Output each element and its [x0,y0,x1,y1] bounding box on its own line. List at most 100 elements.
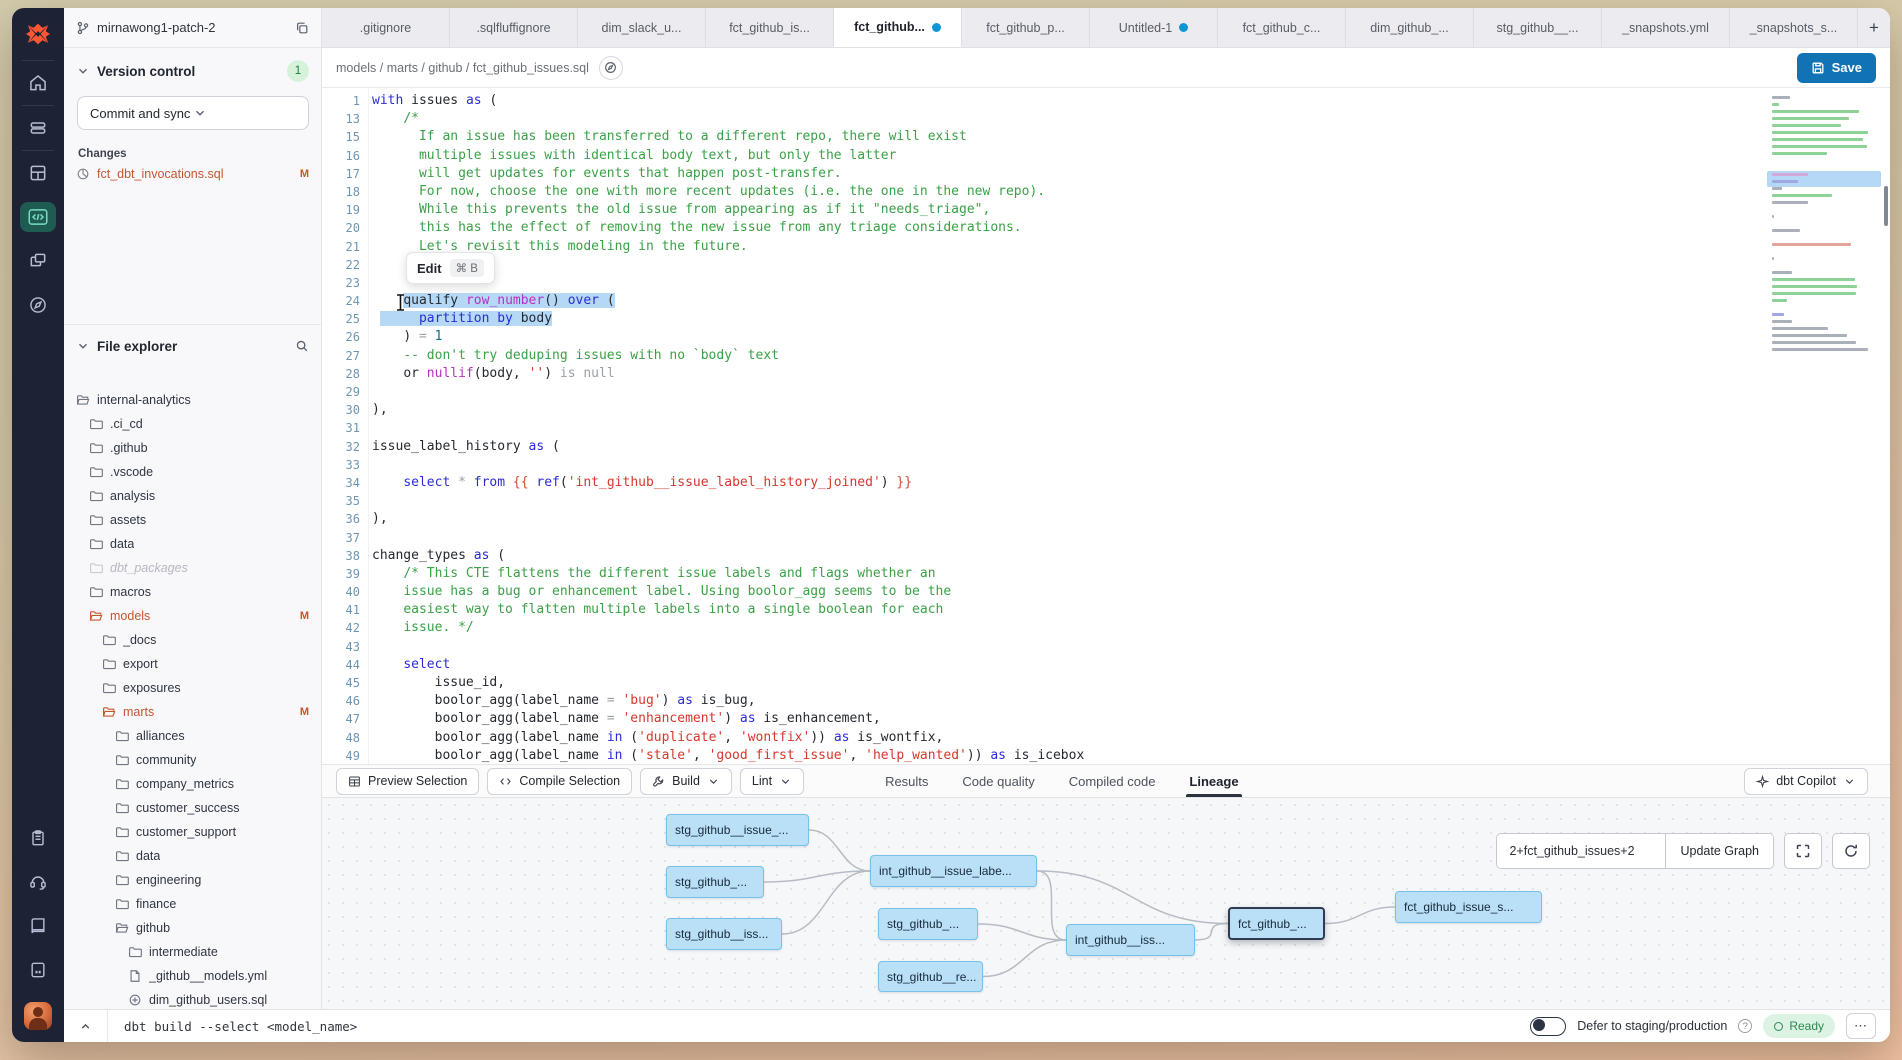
code-line-33[interactable]: 33 [322,456,1760,474]
lineage-node-stg-github-[interactable]: stg_github_... [666,866,764,898]
lineage-node-stg-github-iss-[interactable]: stg_github__iss... [666,918,782,950]
lineage-node-stg-github-issue-[interactable]: stg_github__issue_... [666,814,809,846]
tree-item--vscode[interactable]: .vscode [64,460,321,484]
code-line-46[interactable]: 46 boolor_agg(label_name = 'bug') as is_… [322,692,1760,710]
tree-item--ci-cd[interactable]: .ci_cd [64,412,321,436]
lineage-node-int-github-iss-[interactable]: int_github__iss... [1066,924,1195,956]
lineage-node-fct-github-issue-s-[interactable]: fct_github_issue_s... [1395,891,1542,923]
code-line-30[interactable]: 30), [322,401,1760,419]
tree-item-export[interactable]: export [64,652,321,676]
compile-selection-button[interactable]: Compile Selection [487,768,632,795]
tree-item--github[interactable]: .github [64,436,321,460]
code-line-24[interactable]: 24 qualify row_number() over ( [322,292,1760,310]
code-line-36[interactable]: 36), [322,510,1760,528]
file-explorer-header[interactable]: File explorer [64,331,321,361]
editor-scrollbar-thumb[interactable] [1884,186,1888,226]
commit-and-sync-button[interactable]: Commit and sync [77,96,309,130]
code-line-21[interactable]: 21 Let's revisit this modeling in the fu… [322,238,1760,256]
tab--sqlfluffignore[interactable]: .sqlfluffignore [450,8,578,47]
tree-item-dbt-packages[interactable]: dbt_packages [64,556,321,580]
edit-tooltip[interactable]: Edit ⌘ B [406,252,495,284]
code-line-37[interactable]: 37 [322,529,1760,547]
code-line-26[interactable]: 26 ) = 1 [322,328,1760,346]
lineage-panel[interactable]: stg_github__issue_... stg_github_... stg_g… [322,798,1890,1009]
tree-item-customer-support[interactable]: customer_support [64,820,321,844]
support-icon[interactable] [12,860,64,904]
defer-toggle[interactable] [1530,1017,1566,1036]
command-input[interactable]: dbt build --select <model_name> [108,1019,357,1034]
save-button[interactable]: Save [1797,53,1876,83]
code-line-22[interactable]: 22 [322,256,1760,274]
copy-icon[interactable] [295,21,309,35]
tree-item-internal-analytics[interactable]: internal-analytics [64,388,321,412]
view-docs-icon[interactable] [599,56,623,80]
code-line-41[interactable]: 41 easiest way to flatten multiple label… [322,601,1760,619]
code-line-17[interactable]: 17 will get updates for events that happ… [322,165,1760,183]
tree-item-marts[interactable]: martsM [64,700,321,724]
new-tab-button[interactable]: + [1858,8,1890,47]
code-line-15[interactable]: 15 If an issue has been transferred to a… [322,128,1760,146]
code-line-29[interactable]: 29 [322,383,1760,401]
code-line-19[interactable]: 19 While this prevents the old issue fro… [322,201,1760,219]
tab-results[interactable]: Results [868,765,945,797]
tree-item-engineering[interactable]: engineering [64,868,321,892]
tab--gitignore[interactable]: .gitignore [322,8,450,47]
tree-item-customer-success[interactable]: customer_success [64,796,321,820]
lint-button[interactable]: Lint [740,768,804,795]
dashboard-icon[interactable] [12,151,64,195]
search-icon[interactable] [295,339,309,353]
explore-icon[interactable] [12,283,64,327]
version-control-header[interactable]: Version control 1 [64,56,321,86]
code-line-13[interactable]: 13 /* [322,110,1760,128]
home-icon[interactable] [12,61,64,105]
code-line-39[interactable]: 39 /* This CTE flattens the different is… [322,565,1760,583]
tab-compiled-code[interactable]: Compiled code [1052,765,1173,797]
help-icon[interactable]: ? [1738,1019,1752,1033]
catalog-icon[interactable] [12,816,64,860]
tree-item-intermediate[interactable]: intermediate [64,940,321,964]
tree-item-models[interactable]: modelsM [64,604,321,628]
tree-item-finance[interactable]: finance [64,892,321,916]
tab-lineage[interactable]: Lineage [1172,765,1255,797]
code-line-31[interactable]: 31 [322,419,1760,437]
docs-icon[interactable] [12,904,64,948]
code-line-28[interactable]: 28 or nullif(body, '') is null [322,365,1760,383]
code-editor[interactable]: 1with issues as (13 /*15 If an issue has… [322,88,1890,764]
dbt-logo[interactable] [12,8,64,60]
tab-fct-github-[interactable]: fct_github... [834,8,962,47]
tab-dim-github-[interactable]: dim_github_... [1346,8,1474,47]
code-line-40[interactable]: 40 issue has a bug or enhancement label.… [322,583,1760,601]
preview-selection-button[interactable]: Preview Selection [336,768,479,795]
code-line-43[interactable]: 43 [322,638,1760,656]
tree-item-dim-github-users-sql[interactable]: dim_github_users.sql [64,988,321,1009]
minimap[interactable] [1772,96,1876,355]
code-line-34[interactable]: 34 select * from {{ ref('int_github__iss… [322,474,1760,492]
tree-item-github[interactable]: github [64,916,321,940]
refresh-button[interactable] [1832,833,1870,869]
dbt-copilot-button[interactable]: dbt Copilot [1744,768,1868,795]
update-graph-button[interactable]: Update Graph [1665,834,1773,868]
ide-icon[interactable] [12,195,64,239]
branch-row[interactable]: mirnawong1-patch-2 [64,8,321,48]
lineage-node-int-github-issue-labe-[interactable]: int_github__issue_labe... [870,855,1037,887]
tree-item-assets[interactable]: assets [64,508,321,532]
tree-item-alliances[interactable]: alliances [64,724,321,748]
tab-fct-github-c-[interactable]: fct_github_c... [1218,8,1346,47]
code-line-45[interactable]: 45 issue_id, [322,674,1760,692]
code-line-35[interactable]: 35 [322,492,1760,510]
tab-code-quality[interactable]: Code quality [945,765,1051,797]
expand-command-bar-button[interactable] [64,1010,108,1042]
orchestration-icon[interactable] [12,239,64,283]
code-line-44[interactable]: 44 select [322,656,1760,674]
tree-item--docs[interactable]: _docs [64,628,321,652]
code-line-42[interactable]: 42 issue. */ [322,619,1760,637]
code-line-27[interactable]: 27 -- don't try deduping issues with no … [322,347,1760,365]
code-line-32[interactable]: 32issue_label_history as ( [322,438,1760,456]
changed-file-row[interactable]: fct_dbt_invocations.sql M [64,164,321,184]
code-line-18[interactable]: 18 For now, choose the one with more rec… [322,183,1760,201]
tree-item-data[interactable]: data [64,844,321,868]
tree-item-data[interactable]: data [64,532,321,556]
code-line-1[interactable]: 1with issues as ( [322,92,1760,110]
tree-item-exposures[interactable]: exposures [64,676,321,700]
user-avatar[interactable] [24,1002,52,1030]
